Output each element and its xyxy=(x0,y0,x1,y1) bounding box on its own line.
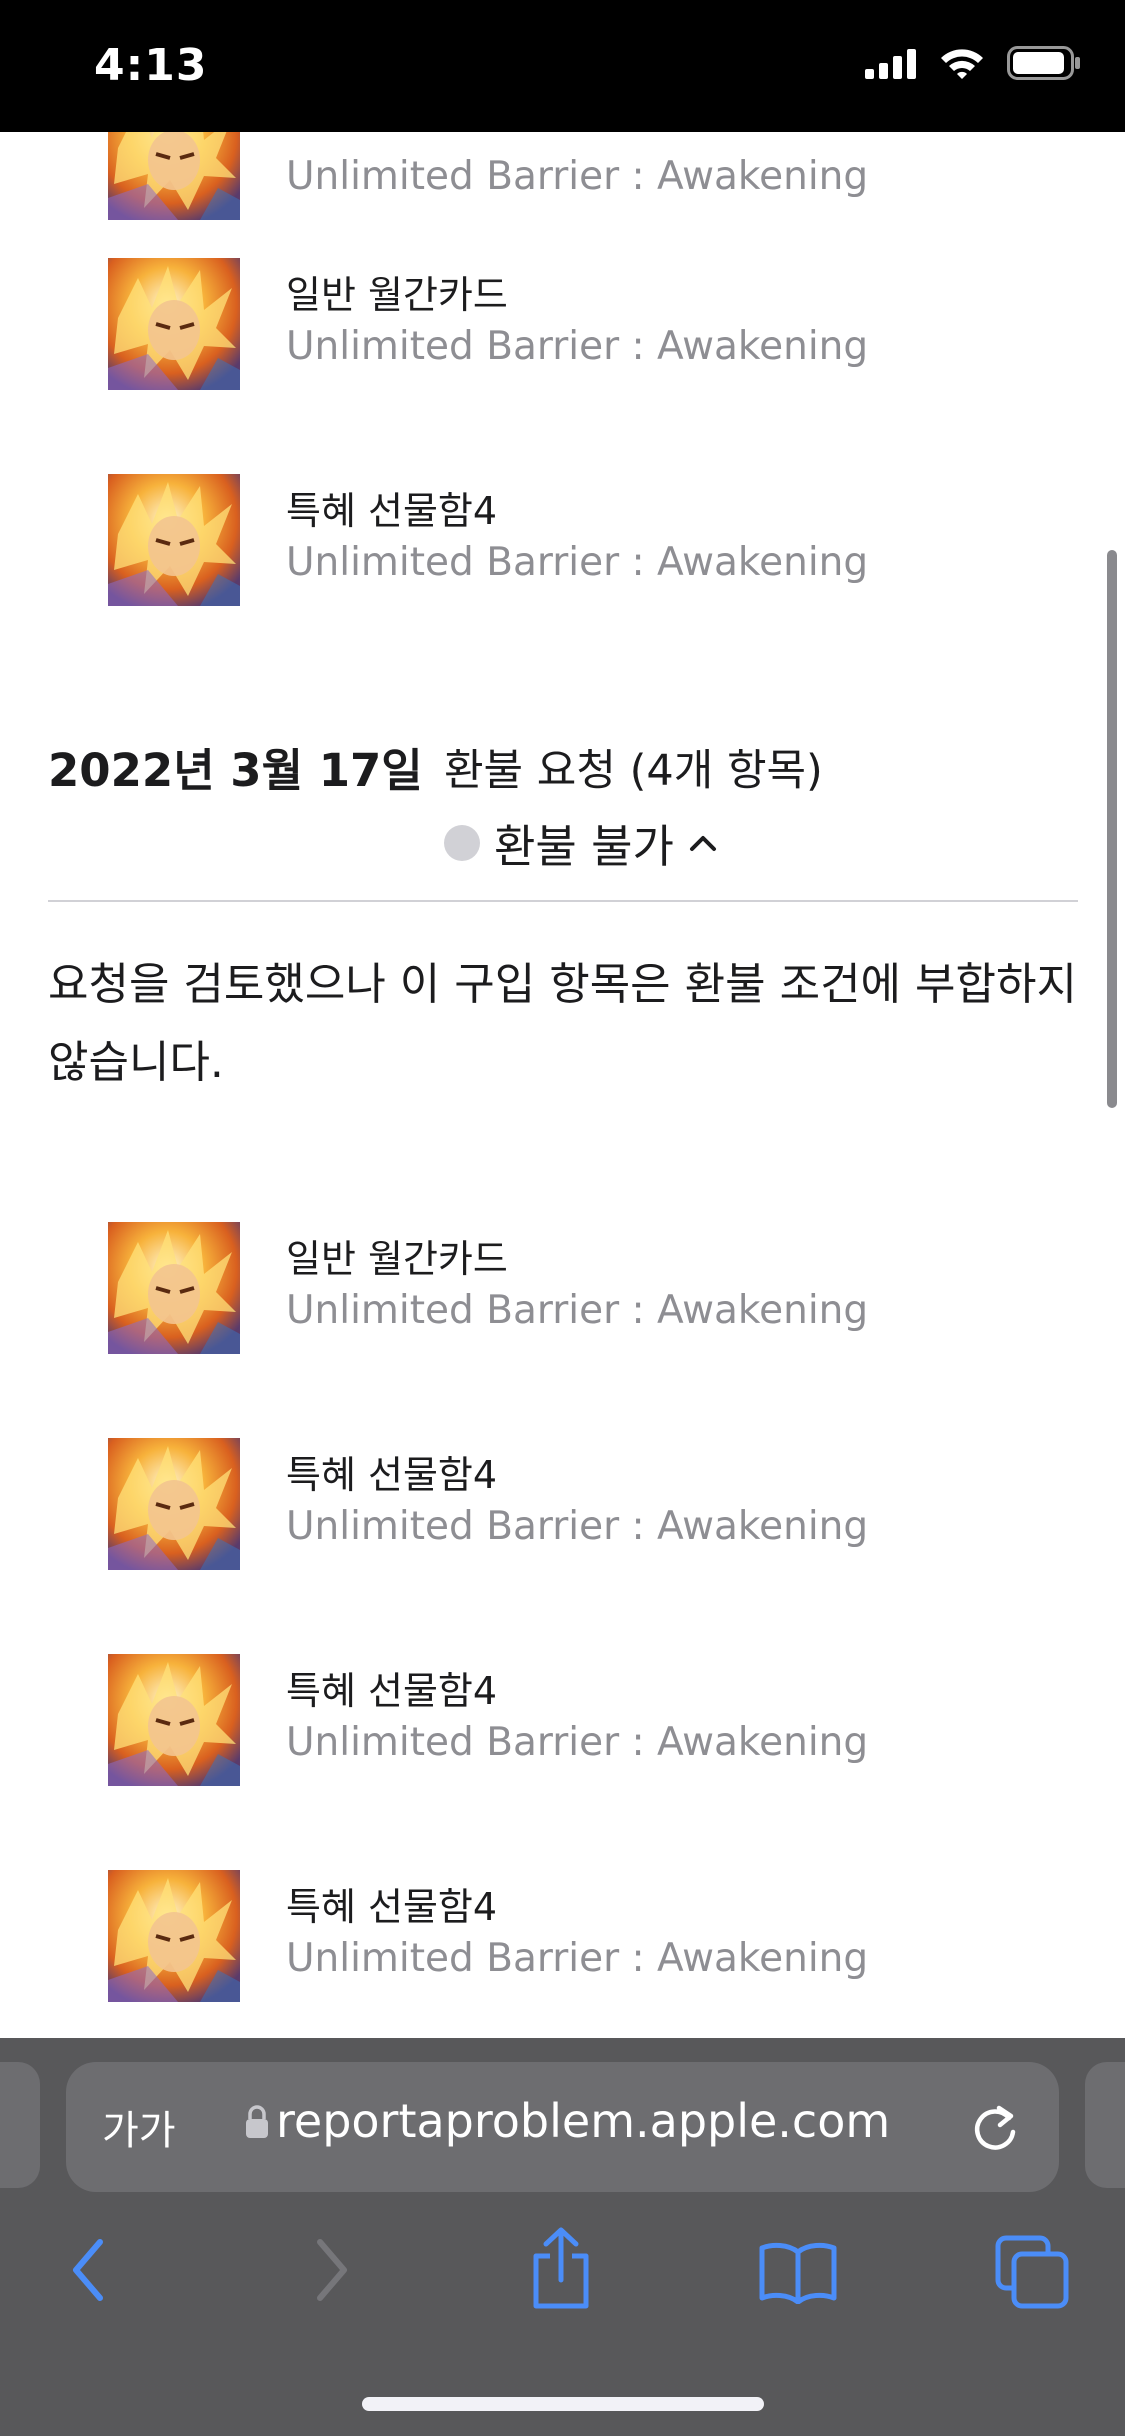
chevron-up-icon xyxy=(689,835,716,851)
item-subtitle: Unlimited Barrier : Awakening xyxy=(286,324,869,369)
app-thumbnail xyxy=(108,1222,240,1354)
reload-icon[interactable] xyxy=(967,2096,1023,2156)
item-subtitle: Unlimited Barrier : Awakening xyxy=(286,1936,869,1981)
divider xyxy=(48,900,1078,902)
list-item[interactable]: 일반 월간카드 Unlimited Barrier : Awakening xyxy=(108,258,1068,398)
item-title: 일반 월간카드 xyxy=(286,273,508,317)
app-thumbnail xyxy=(108,1654,240,1786)
list-item[interactable]: 특혜 선물함4 Unlimited Barrier : Awakening xyxy=(108,1438,1068,1578)
list-item[interactable]: 일반 월간카드 Unlimited Barrier : Awakening xyxy=(108,1222,1068,1362)
battery-icon xyxy=(1007,46,1080,80)
status-bar: 4:13 xyxy=(0,0,1125,132)
item-title: 특혜 선물함4 xyxy=(286,1885,498,1929)
wifi-icon xyxy=(941,49,983,79)
address-bar[interactable]: 가가 reportaproblem.apple.com xyxy=(66,2062,1059,2192)
page-settings-button[interactable]: 가가 xyxy=(102,2098,176,2156)
list-item[interactable]: 특혜 선물함4 Unlimited Barrier : Awakening xyxy=(108,1870,1068,2010)
list-item[interactable]: 특혜 선물함4 Unlimited Barrier : Awakening xyxy=(108,474,1068,614)
item-subtitle: Unlimited Barrier : Awakening xyxy=(286,1504,869,1549)
home-indicator xyxy=(362,2397,764,2411)
back-icon[interactable] xyxy=(66,2234,114,2306)
app-thumbnail xyxy=(108,258,240,390)
tabs-icon[interactable] xyxy=(994,2234,1070,2310)
previous-tab-peek[interactable] xyxy=(0,2062,40,2188)
item-subtitle: Unlimited Barrier : Awakening xyxy=(286,1720,869,1765)
app-thumbnail xyxy=(108,132,240,220)
refund-request-header: 2022년 3월 17일 환불 요청 (4개 항목) 환불 불가 xyxy=(48,734,1078,874)
scrollbar[interactable] xyxy=(1107,550,1117,1108)
forward-icon[interactable] xyxy=(306,2234,354,2306)
next-tab-peek[interactable] xyxy=(1085,2062,1125,2188)
status-icons xyxy=(865,46,1081,80)
lock-icon xyxy=(246,2105,268,2138)
request-title: 환불 요청 (4개 항목) xyxy=(444,746,823,796)
cellular-signal-icon xyxy=(865,49,916,79)
item-subtitle: Unlimited Barrier : Awakening xyxy=(286,1288,869,1333)
status-time: 4:13 xyxy=(94,40,208,91)
status-dot-icon xyxy=(444,824,480,861)
item-title: 특혜 선물함4 xyxy=(286,489,498,533)
item-title: 특혜 선물함4 xyxy=(286,1453,498,1497)
browser-toolbar: 가가 reportaproblem.apple.com xyxy=(0,2038,1125,2436)
app-thumbnail xyxy=(108,1438,240,1570)
refund-status-label: 환불 불가 xyxy=(494,820,674,873)
web-content[interactable]: Unlimited Barrier : Awakening 일반 월간카드 Un… xyxy=(0,132,1125,2038)
bookmarks-icon[interactable] xyxy=(758,2240,838,2304)
url-text[interactable]: reportaproblem.apple.com xyxy=(276,2094,890,2148)
share-icon[interactable] xyxy=(528,2226,594,2310)
app-thumbnail xyxy=(108,1870,240,2002)
list-item[interactable]: 특혜 선물함4 Unlimited Barrier : Awakening xyxy=(108,1654,1068,1794)
item-subtitle: Unlimited Barrier : Awakening xyxy=(286,540,869,585)
item-subtitle: Unlimited Barrier : Awakening xyxy=(286,154,869,199)
item-title: 일반 월간카드 xyxy=(286,1237,508,1281)
item-title: 특혜 선물함4 xyxy=(286,1669,498,1713)
app-thumbnail xyxy=(108,474,240,606)
refund-status-toggle[interactable]: 환불 불가 xyxy=(444,810,718,875)
list-item[interactable]: Unlimited Barrier : Awakening xyxy=(108,132,1068,228)
refund-message: 요청을 검토했으나 이 구입 항목은 환불 조건에 부합하지 않습니다. xyxy=(48,959,1077,1088)
request-date: 2022년 3월 17일 xyxy=(48,744,423,797)
